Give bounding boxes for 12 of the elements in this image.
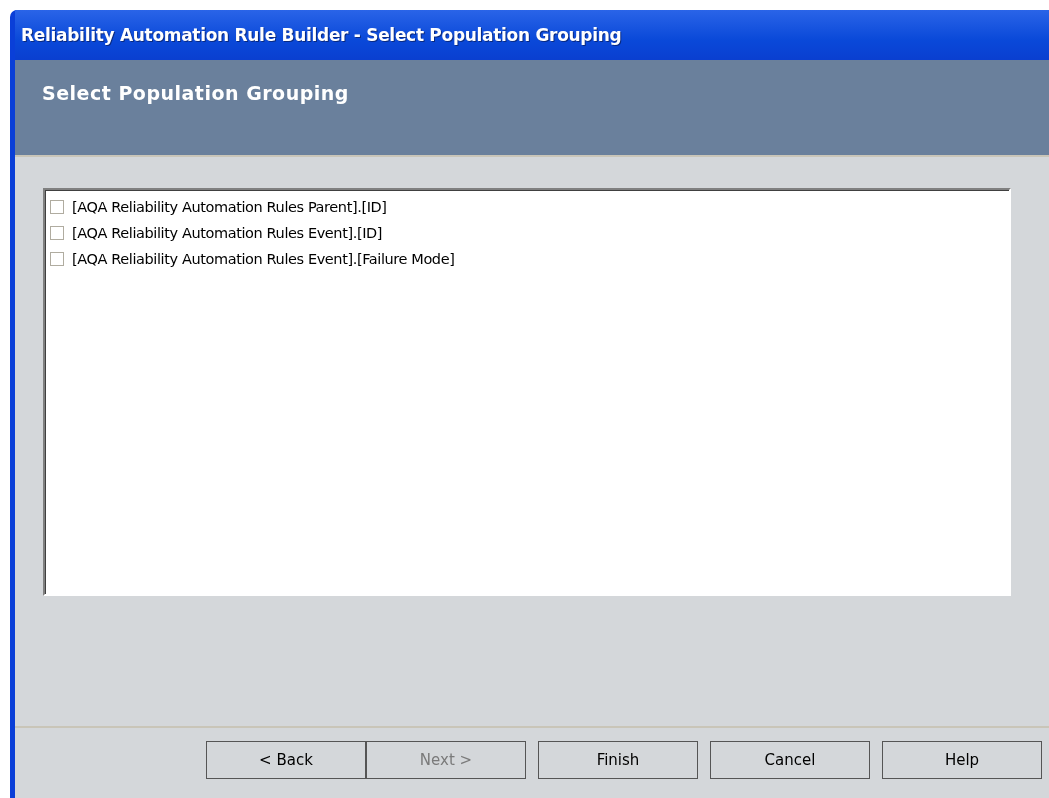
checkbox-label: [AQA Reliability Automation Rules Event].[Failure Mode] [72,251,455,267]
checkbox-label: [AQA Reliability Automation Rules Parent].[ID] [72,199,387,215]
checkbox[interactable] [50,252,64,266]
wizard-button[interactable]: Finish [538,741,698,779]
checkbox-label: [AQA Reliability Automation Rules Event].[ID] [72,225,383,241]
window-title: Reliability Automation Rule Builder - Select Population Grouping [21,25,622,45]
wizard-button[interactable]: Help [882,741,1042,779]
wizard-button[interactable]: < Back [206,741,366,779]
checkbox[interactable] [50,200,64,214]
checkbox[interactable] [50,226,64,240]
wizard-button[interactable]: Cancel [710,741,870,779]
page-heading: Select Population Grouping [42,82,349,104]
